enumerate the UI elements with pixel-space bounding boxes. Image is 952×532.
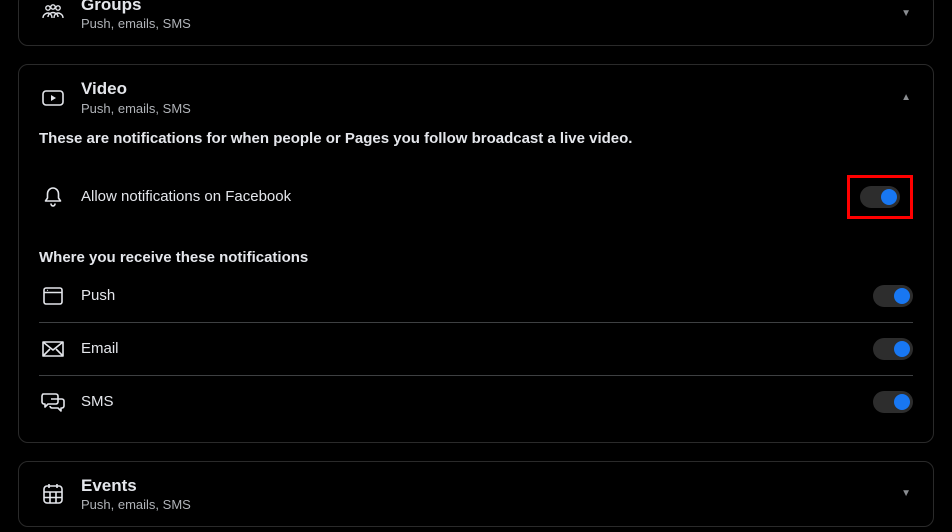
allow-notifications-row: Allow notifications on Facebook <box>39 163 913 231</box>
email-toggle[interactable] <box>873 338 913 360</box>
allow-notifications-label: Allow notifications on Facebook <box>81 188 847 205</box>
video-icon <box>39 84 67 112</box>
sms-row: SMS <box>39 376 913 428</box>
groups-title: Groups <box>81 0 901 15</box>
groups-title-wrap: Groups Push, emails, SMS <box>81 0 901 31</box>
events-subtitle: Push, emails, SMS <box>81 497 901 512</box>
push-toggle[interactable] <box>873 285 913 307</box>
push-icon <box>39 282 67 310</box>
events-section-header[interactable]: Events Push, emails, SMS ▼ <box>19 462 933 526</box>
email-row: Email <box>39 323 913 376</box>
chevron-up-icon: ▲ <box>901 92 911 103</box>
events-icon <box>39 480 67 508</box>
events-title: Events <box>81 476 901 496</box>
groups-subtitle: Push, emails, SMS <box>81 16 901 31</box>
highlight-box <box>847 175 913 219</box>
groups-section: Groups Push, emails, SMS ▼ <box>18 0 934 46</box>
allow-notifications-toggle[interactable] <box>860 186 900 208</box>
groups-icon <box>39 0 67 27</box>
events-title-wrap: Events Push, emails, SMS <box>81 476 901 512</box>
where-you-receive-heading: Where you receive these notifications <box>39 249 913 266</box>
chevron-down-icon: ▼ <box>901 488 911 499</box>
chevron-down-icon: ▼ <box>901 8 911 19</box>
video-subtitle: Push, emails, SMS <box>81 101 901 116</box>
video-section-header[interactable]: Video Push, emails, SMS ▲ <box>19 65 933 129</box>
push-row: Push <box>39 270 913 323</box>
email-icon <box>39 335 67 363</box>
video-title: Video <box>81 79 901 99</box>
video-section-body: These are notifications for when people … <box>19 130 933 442</box>
groups-section-header[interactable]: Groups Push, emails, SMS ▼ <box>19 0 933 45</box>
sms-toggle[interactable] <box>873 391 913 413</box>
sms-icon <box>39 388 67 416</box>
push-label: Push <box>81 287 873 304</box>
video-section: Video Push, emails, SMS ▲ These are noti… <box>18 64 934 442</box>
email-label: Email <box>81 340 873 357</box>
events-section: Events Push, emails, SMS ▼ <box>18 461 934 527</box>
bell-icon <box>39 183 67 211</box>
video-title-wrap: Video Push, emails, SMS <box>81 79 901 115</box>
video-description: These are notifications for when people … <box>39 130 913 147</box>
sms-label: SMS <box>81 393 873 410</box>
